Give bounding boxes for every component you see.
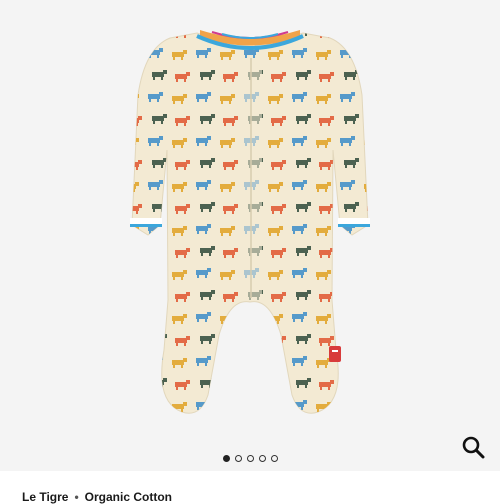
product-image — [130, 30, 370, 414]
carousel-dot[interactable] — [270, 454, 278, 462]
carousel-dot[interactable] — [246, 454, 254, 462]
carousel-dot[interactable] — [234, 454, 242, 462]
product-tag[interactable]: Organic Cotton — [85, 490, 172, 504]
carousel-dot[interactable] — [222, 454, 230, 462]
product-gallery — [0, 0, 500, 471]
carousel-dots — [0, 451, 500, 465]
tag-separator: • — [74, 490, 79, 504]
search-icon — [462, 436, 485, 459]
product-tag[interactable]: Le Tigre — [22, 490, 68, 504]
product-tags: Le Tigre • Organic Cotton — [22, 490, 172, 504]
carousel-dot[interactable] — [258, 454, 266, 462]
zoom-button[interactable] — [456, 430, 490, 464]
